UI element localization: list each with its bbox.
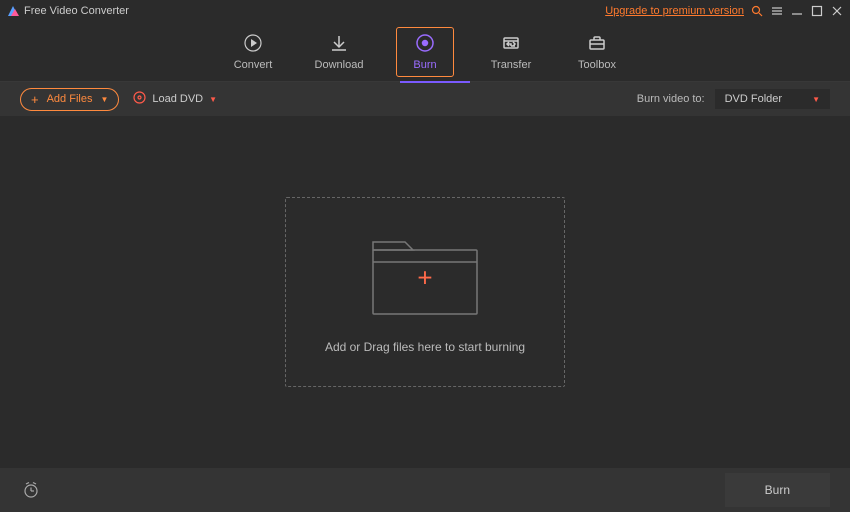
upgrade-link[interactable]: Upgrade to premium version: [605, 5, 744, 17]
tab-transfer-label: Transfer: [491, 59, 532, 71]
burn-button[interactable]: Burn: [725, 473, 830, 507]
tab-transfer[interactable]: Transfer: [482, 27, 540, 77]
search-icon[interactable]: [750, 4, 764, 18]
tab-toolbox-label: Toolbox: [578, 59, 616, 71]
plus-icon: +: [417, 263, 432, 294]
clock-icon[interactable]: [20, 479, 42, 501]
titlebar: Free Video Converter Upgrade to premium …: [0, 0, 850, 22]
burn-to-label: Burn video to:: [637, 93, 705, 105]
tab-underline: [400, 81, 470, 83]
dropzone[interactable]: + Add or Drag files here to start burnin…: [285, 197, 565, 387]
app-logo-icon: [6, 4, 20, 18]
minimize-icon[interactable]: [790, 4, 804, 18]
subbar: + Add Files ▼ Load DVD ▼ Burn video to: …: [0, 82, 850, 116]
subbar-left: + Add Files ▼ Load DVD ▼: [20, 88, 217, 111]
close-icon[interactable]: [830, 4, 844, 18]
transfer-icon: [501, 33, 521, 53]
main-tabs: Convert Download Burn Transfer Toolbox: [0, 22, 850, 82]
tab-convert[interactable]: Convert: [224, 27, 282, 77]
tab-burn-label: Burn: [413, 59, 436, 71]
dropzone-text: Add or Drag files here to start burning: [325, 340, 525, 354]
disc-icon: [133, 91, 146, 107]
subbar-right: Burn video to: DVD Folder ▼: [637, 89, 830, 109]
titlebar-right: Upgrade to premium version: [605, 4, 844, 18]
chevron-down-icon: ▼: [100, 95, 108, 104]
footer: Burn: [0, 468, 850, 512]
download-icon: [329, 33, 349, 53]
toolbox-icon: [587, 33, 607, 53]
menu-icon[interactable]: [770, 4, 784, 18]
add-files-button[interactable]: + Add Files ▼: [20, 88, 119, 111]
load-dvd-button[interactable]: Load DVD ▼: [133, 91, 217, 107]
maximize-icon[interactable]: [810, 4, 824, 18]
tab-download[interactable]: Download: [310, 27, 368, 77]
chevron-down-icon: ▼: [209, 95, 217, 104]
chevron-down-icon: ▼: [812, 95, 820, 104]
convert-icon: [243, 33, 263, 53]
folder-icon: +: [365, 230, 485, 320]
tab-toolbox[interactable]: Toolbox: [568, 27, 626, 77]
plus-icon: +: [31, 93, 39, 106]
window-controls: [770, 4, 844, 18]
burn-icon: [415, 33, 435, 53]
main-area: + Add or Drag files here to start burnin…: [0, 116, 850, 468]
tab-burn[interactable]: Burn: [396, 27, 454, 77]
add-files-label: Add Files: [47, 93, 93, 105]
burn-to-value: DVD Folder: [725, 93, 782, 105]
burn-to-select[interactable]: DVD Folder ▼: [715, 89, 830, 109]
tab-convert-label: Convert: [234, 59, 273, 71]
tab-download-label: Download: [315, 59, 364, 71]
app-title: Free Video Converter: [24, 5, 129, 17]
load-dvd-label: Load DVD: [152, 93, 203, 105]
titlebar-left: Free Video Converter: [6, 4, 129, 18]
